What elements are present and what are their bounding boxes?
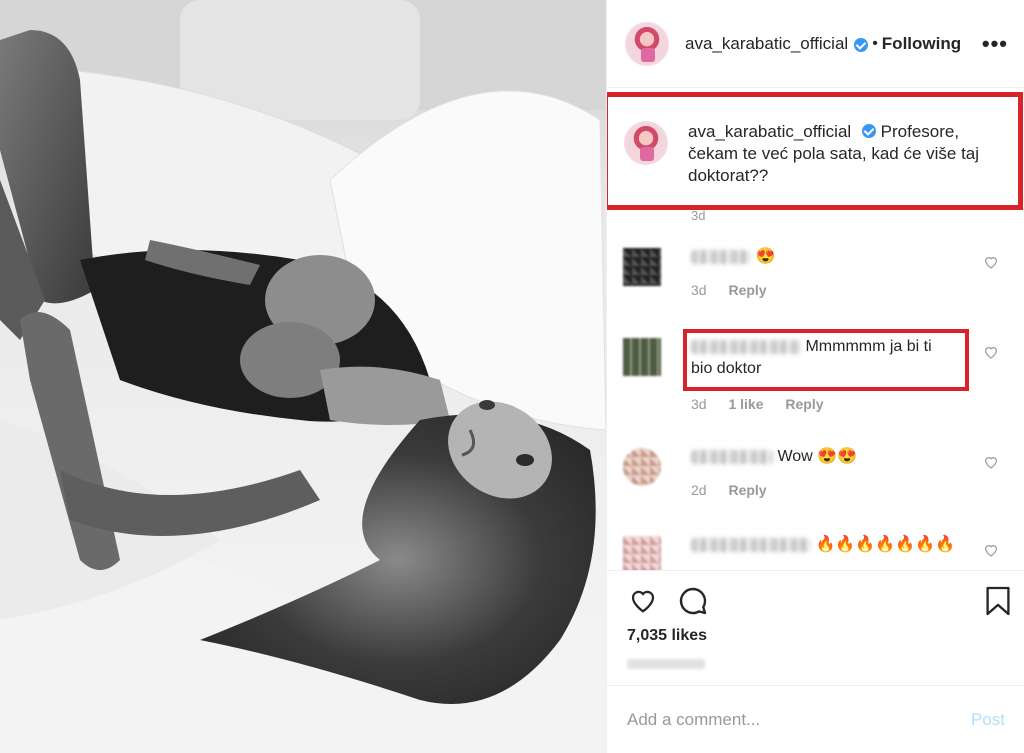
blurred-username: [691, 449, 773, 464]
comment-item: 🔥🔥🔥🔥🔥🔥🔥: [623, 534, 1013, 570]
comment-bubble-icon[interactable]: [677, 585, 709, 617]
like-comment-heart-icon[interactable]: [983, 454, 999, 470]
comment-text: 😍: [691, 246, 971, 268]
separator-dot: •: [872, 34, 878, 52]
comment-meta: 3d 1 like Reply: [691, 396, 941, 412]
add-comment-bar: Post: [607, 685, 1024, 753]
commenter-avatar[interactable]: [623, 448, 661, 486]
caption-username[interactable]: ava_karabatic_official: [688, 122, 851, 141]
comment-text: Mmmmmm ja bi ti bio doktor: [691, 336, 941, 380]
comment-item: Mmmmmm ja bi ti bio doktor 3d 1 like Rep…: [623, 336, 1013, 412]
blurred-username: [691, 339, 801, 354]
more-options-icon[interactable]: •••: [982, 31, 1008, 57]
reply-button[interactable]: Reply: [728, 482, 766, 498]
comment-content: 🔥🔥🔥🔥🔥🔥🔥: [815, 536, 955, 553]
caption: ava_karabatic_official Profesore, čekam …: [688, 121, 988, 205]
comment-text: Wow 😍😍: [691, 446, 971, 468]
author-username[interactable]: ava_karabatic_official: [685, 34, 848, 54]
caption-timestamp[interactable]: 3d: [691, 208, 705, 223]
blurred-post-date: [627, 659, 705, 669]
save-bookmark-icon[interactable]: [985, 585, 1011, 617]
blurred-username: [691, 249, 751, 264]
post-side-panel: ava_karabatic_official • Following ••• a…: [606, 0, 1024, 753]
author-avatar[interactable]: [625, 21, 669, 66]
like-heart-icon[interactable]: [627, 585, 659, 615]
following-button[interactable]: Following: [882, 34, 961, 54]
like-comment-heart-icon[interactable]: [983, 542, 999, 558]
comment-likes[interactable]: 1 like: [728, 396, 763, 412]
comment-item: 😍 3d Reply: [623, 246, 1013, 298]
like-comment-heart-icon[interactable]: [983, 254, 999, 270]
reply-button[interactable]: Reply: [728, 282, 766, 298]
commenter-avatar[interactable]: [623, 248, 661, 286]
like-comment-heart-icon[interactable]: [983, 344, 999, 360]
reply-button[interactable]: Reply: [785, 396, 823, 412]
post-header: ava_karabatic_official • Following •••: [607, 0, 1024, 88]
post-actions: 7,035 likes: [607, 570, 1024, 685]
add-comment-input[interactable]: [627, 709, 971, 730]
likes-count[interactable]: 7,035 likes: [627, 627, 707, 645]
comment-timestamp[interactable]: 3d: [691, 282, 707, 298]
comment-timestamp[interactable]: 3d: [691, 396, 707, 412]
comment-text: 🔥🔥🔥🔥🔥🔥🔥: [691, 534, 991, 556]
verified-badge-icon: [861, 124, 876, 138]
comment-meta: 2d Reply: [691, 482, 971, 498]
post-photo[interactable]: [0, 0, 606, 753]
comment-timestamp[interactable]: 2d: [691, 482, 707, 498]
comment-content: 😍: [755, 248, 776, 265]
blurred-username: [691, 537, 811, 552]
photo-image: [0, 0, 606, 753]
comment-content: Wow 😍😍: [777, 448, 858, 465]
caption-avatar[interactable]: [624, 121, 668, 165]
commenter-avatar[interactable]: [623, 536, 661, 570]
comments-list[interactable]: ava_karabatic_official Profesore, čekam …: [607, 88, 1024, 570]
caption-highlight-box: ava_karabatic_official Profesore, čekam …: [607, 92, 1023, 210]
comment-meta: 3d Reply: [691, 282, 971, 298]
comment-item: Wow 😍😍 2d Reply: [623, 446, 1013, 498]
commenter-avatar[interactable]: [623, 338, 661, 376]
post-comment-button[interactable]: Post: [971, 710, 1005, 730]
verified-badge-icon: [854, 37, 869, 52]
